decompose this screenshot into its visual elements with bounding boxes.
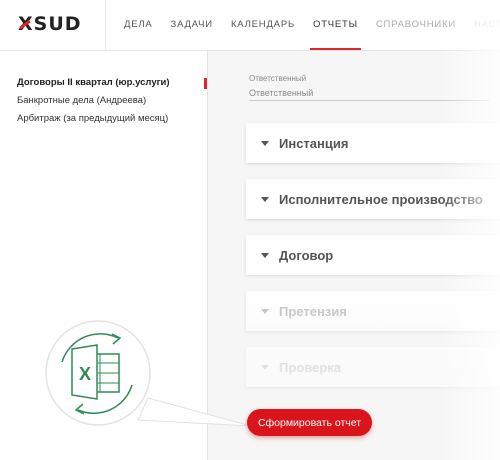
section-claim[interactable]: Претензия <box>246 291 500 331</box>
main-nav: ДЕЛА ЗАДАЧИ КАЛЕНДАРЬ ОТЧЕТЫ СПРАВОЧНИКИ… <box>124 0 500 50</box>
responsible-input[interactable]: Ответственный <box>249 88 489 101</box>
nav-cases[interactable]: ДЕЛА <box>124 0 153 50</box>
report-item-contracts[interactable]: Договоры II квартал (юр.услуги) <box>17 77 170 88</box>
section-instance[interactable]: Инстанция <box>246 123 500 163</box>
logo-text: SUD <box>33 13 82 35</box>
section-label: Проверка <box>279 359 341 375</box>
report-list: Договоры II квартал (юр.услуги) Банкротн… <box>17 77 170 131</box>
nav-reports[interactable]: ОТЧЕТЫ <box>310 0 361 50</box>
nav-directories[interactable]: СПРАВОЧНИКИ <box>376 0 456 50</box>
section-label: Исполнительное производство <box>279 191 483 207</box>
section-contract[interactable]: Договор <box>246 235 500 275</box>
logo-x: X <box>18 13 34 35</box>
chevron-down-icon <box>261 196 269 202</box>
report-item-bankruptcy[interactable]: Банкротные дела (Андреева) <box>17 95 170 106</box>
header-divider <box>105 0 106 50</box>
top-bar: XSUD ДЕЛА ЗАДАЧИ КАЛЕНДАРЬ ОТЧЕТЫ СПРАВО… <box>0 0 500 51</box>
chevron-down-icon <box>261 140 269 146</box>
generate-report-button[interactable]: Сформировать отчет <box>247 409 372 436</box>
chevron-down-icon <box>261 252 269 258</box>
nav-calendar[interactable]: КАЛЕНДАРЬ <box>231 0 295 50</box>
nav-tasks[interactable]: ЗАДАЧИ <box>171 0 213 50</box>
section-check[interactable]: Проверка <box>246 347 500 387</box>
section-label: Договор <box>279 247 334 263</box>
active-report-indicator <box>204 78 207 89</box>
chevron-down-icon <box>261 308 269 314</box>
section-label: Претензия <box>279 303 347 319</box>
section-label: Инстанция <box>279 135 349 151</box>
xsud-logo[interactable]: XSUD <box>18 13 82 35</box>
responsible-label: Ответственный <box>249 74 307 83</box>
report-item-arbitration[interactable]: Арбитраж (за предыдущий месяц) <box>17 113 170 124</box>
nav-settings[interactable]: НАСТРОЙ <box>474 0 500 50</box>
chevron-down-icon <box>261 364 269 370</box>
section-enforcement[interactable]: Исполнительное производство <box>246 179 500 219</box>
